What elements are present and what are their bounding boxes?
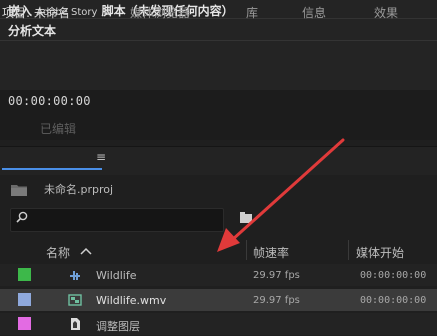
item-name: 调整图层 (96, 320, 140, 333)
panel-tab-bar (0, 146, 437, 175)
new-bin-icon[interactable] (239, 210, 253, 224)
tab-project[interactable]: 项目: 未命名 (2, 4, 70, 21)
analyze-text-label: 分析文本 (8, 24, 57, 38)
column-divider[interactable] (246, 240, 247, 260)
item-frame-rate: 29.97 fps (253, 295, 300, 306)
column-divider[interactable] (348, 240, 349, 260)
timecode-display[interactable]: 00:00:00:00 (8, 94, 91, 108)
adjustment-layer-icon (71, 318, 80, 330)
item-media-start: 00:00:00:00 (360, 295, 427, 306)
tab-library[interactable]: 库 (246, 4, 258, 21)
sequence-icon (70, 271, 80, 280)
divider (0, 40, 437, 41)
video-clip-icon (68, 294, 82, 306)
project-item-row[interactable]: 调整图层 (0, 313, 437, 335)
search-icon (16, 211, 28, 223)
label-color-swatch[interactable] (18, 317, 31, 330)
project-item-row[interactable]: Wildlife.wmv 29.97 fps 00:00:00:00 (0, 289, 437, 311)
sort-ascending-icon[interactable] (80, 247, 92, 255)
item-name: Wildlife (96, 269, 137, 282)
search-input[interactable] (10, 208, 224, 232)
item-name: Wildlife.wmv (96, 294, 167, 307)
item-media-start: 00:00:00:00 (360, 270, 427, 281)
analyze-text-row[interactable]: 分析文本 (0, 22, 56, 39)
tab-media-browser[interactable]: 媒体浏览器 (130, 4, 190, 21)
label-color-swatch[interactable] (18, 293, 31, 306)
label-color-swatch[interactable] (18, 268, 31, 281)
project-item-row[interactable]: Wildlife 29.97 fps 00:00:00:00 (0, 264, 437, 286)
tab-effects[interactable]: 效果 (374, 4, 398, 21)
tab-info[interactable]: 信息 (302, 4, 326, 21)
panel-menu-icon[interactable]: ≡ (96, 150, 106, 164)
active-tab-indicator (2, 168, 102, 170)
status-text: 已编辑 (40, 122, 77, 136)
item-frame-rate: 29.97 fps (253, 270, 300, 281)
project-filename: 未命名.prproj (44, 183, 114, 196)
column-header-name[interactable]: 名称 (46, 244, 70, 261)
column-header-media-start[interactable]: 媒体开始 (356, 244, 404, 261)
column-header-frame-rate[interactable]: 帧速率 (253, 244, 289, 261)
folder-icon (11, 185, 27, 196)
